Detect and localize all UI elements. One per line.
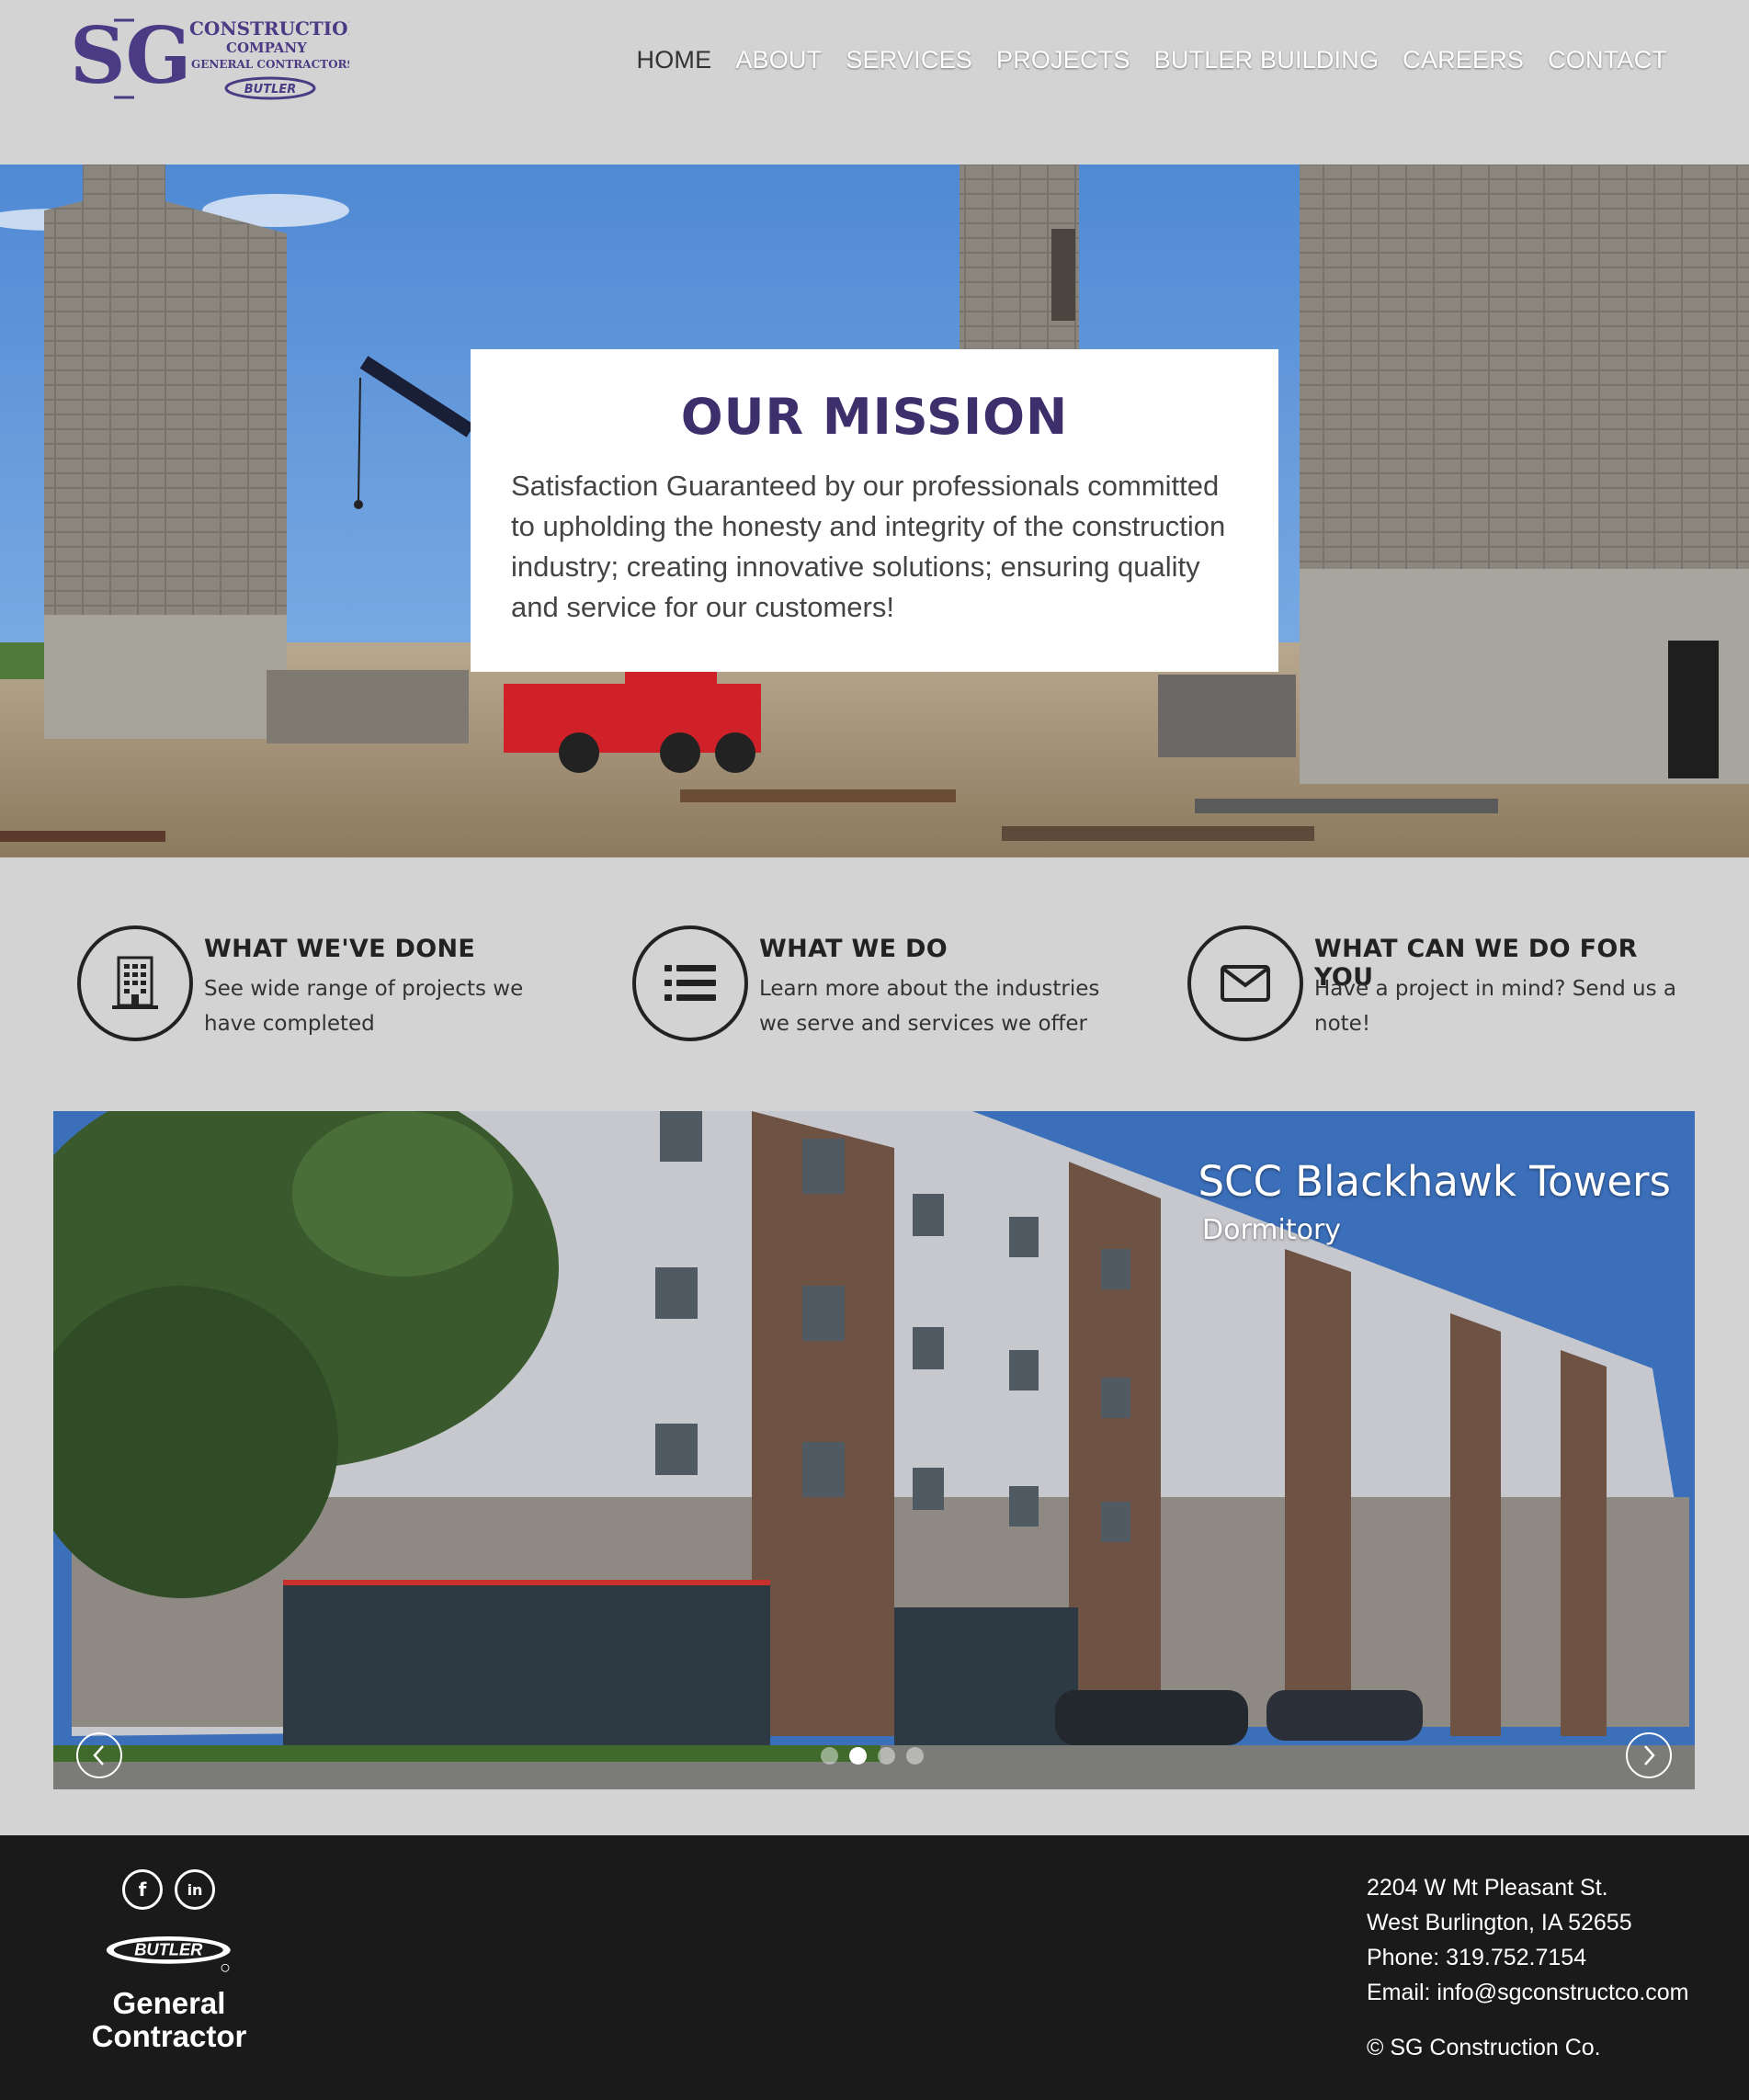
nav-about[interactable]: ABOUT xyxy=(723,42,834,78)
nav-butler-building[interactable]: BUTLER BUILDING xyxy=(1142,42,1391,78)
feature-description: See wide range of projects we have compl… xyxy=(204,977,524,1036)
feature-title[interactable]: WHAT WE'VE DONE xyxy=(204,935,475,963)
nav-home[interactable]: HOME xyxy=(625,42,724,78)
butler-general-text: General xyxy=(112,1986,226,2020)
carousel-caption-title: SCC Blackhawk Towers xyxy=(1198,1157,1671,1206)
hero-banner: OUR MISSION Satisfaction Guaranteed by o… xyxy=(0,165,1749,857)
list-icon[interactable] xyxy=(632,925,748,1041)
carousel-dot[interactable] xyxy=(821,1747,838,1765)
chevron-left-icon xyxy=(93,1745,104,1765)
contact-address: 2204 W Mt Pleasant St. West Burlington, … xyxy=(1367,1870,1689,2010)
mission-text: Satisfaction Guaranteed by our professio… xyxy=(511,470,1226,623)
carousel-indicators xyxy=(821,1747,924,1765)
phone-number[interactable]: Phone: 319.752.7154 xyxy=(1367,1940,1689,1975)
envelope-icon[interactable] xyxy=(1187,925,1303,1041)
facebook-icon[interactable]: f xyxy=(122,1869,163,1910)
carousel-slide-image xyxy=(53,1111,1695,1789)
building-icon[interactable] xyxy=(77,925,193,1041)
svg-text:SG: SG xyxy=(70,15,191,101)
project-carousel[interactable]: SCC Blackhawk Towers Dormitory xyxy=(53,1111,1695,1789)
butler-contractor-text: Contractor xyxy=(91,2019,247,2053)
feature-links: WHAT WE'VE DONE See wide range of projec… xyxy=(0,857,1749,1111)
nav-careers[interactable]: CAREERS xyxy=(1391,42,1536,78)
carousel-dot[interactable] xyxy=(849,1747,867,1765)
carousel-caption-subtitle: Dormitory xyxy=(1202,1214,1342,1246)
svg-text:CONSTRUCTION: CONSTRUCTION xyxy=(189,17,349,40)
main-nav: HOME ABOUT SERVICES PROJECTS BUTLER BUILDING… xyxy=(625,42,1680,78)
svg-text:GENERAL CONTRACTORS: GENERAL CONTRACTORS xyxy=(191,58,349,71)
feature-contact[interactable]: WHAT CAN WE DO FOR YOU Have a project in… xyxy=(1187,925,1702,1054)
email-address[interactable]: Email: info@sgconstructco.com xyxy=(1367,1975,1689,2010)
carousel-dot[interactable] xyxy=(906,1747,924,1765)
svg-text:BUTLER: BUTLER xyxy=(244,83,297,96)
feature-description: Have a project in mind? Send us a note! xyxy=(1314,977,1676,1036)
linkedin-icon[interactable]: in xyxy=(175,1869,215,1910)
carousel-prev-button[interactable] xyxy=(76,1732,122,1778)
nav-services[interactable]: SERVICES xyxy=(834,42,984,78)
chevron-right-icon xyxy=(1644,1745,1655,1765)
sg-construction-logo[interactable]: SG CONSTRUCTION COMPANY GENERAL CONTRACT… xyxy=(70,15,349,103)
feature-projects[interactable]: WHAT WE'VE DONE See wide range of projec… xyxy=(77,925,592,1054)
carousel-next-button[interactable] xyxy=(1626,1732,1672,1778)
copyright-text: © SG Construction Co. xyxy=(1367,2035,1601,2060)
feature-services[interactable]: WHAT WE DO Learn more about the industri… xyxy=(632,925,1147,1054)
mission-card: OUR MISSION Satisfaction Guaranteed by o… xyxy=(471,349,1278,672)
site-footer: f in BUTLER General Contractor 2204 W Mt… xyxy=(0,1835,1749,2100)
site-header: SG CONSTRUCTION COMPANY GENERAL CONTRACT… xyxy=(0,0,1749,165)
svg-text:BUTLER: BUTLER xyxy=(134,1940,203,1959)
nav-projects[interactable]: PROJECTS xyxy=(984,42,1142,78)
svg-text:COMPANY: COMPANY xyxy=(226,40,307,56)
nav-contact[interactable]: CONTACT xyxy=(1536,42,1679,78)
feature-description: Learn more about the industries we serve… xyxy=(759,977,1100,1036)
mission-title: OUR MISSION xyxy=(680,388,1069,446)
feature-title[interactable]: WHAT WE DO xyxy=(759,935,948,963)
address-city: West Burlington, IA 52655 xyxy=(1367,1910,1632,1935)
carousel-dot[interactable] xyxy=(878,1747,895,1765)
address-street: 2204 W Mt Pleasant St. xyxy=(1367,1875,1608,1901)
